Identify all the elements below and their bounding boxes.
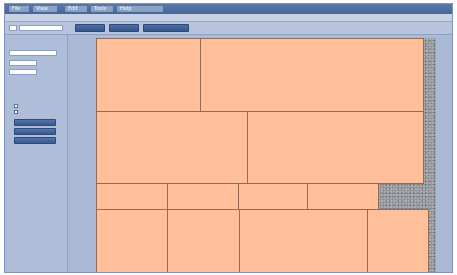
treemap-tile[interactable]: [167, 209, 240, 272]
sidebar-button-1[interactable]: [14, 119, 56, 126]
app-window: File View Edit Tools Help: [4, 3, 453, 273]
treemap-tile[interactable]: [367, 209, 429, 272]
main-panel: [68, 35, 452, 272]
sidebar-button-2[interactable]: [14, 128, 56, 135]
menu-view[interactable]: View: [33, 6, 57, 12]
toolbar-button-1[interactable]: [75, 24, 105, 32]
sidebar-checkbox-2[interactable]: [14, 110, 18, 114]
menu-tools[interactable]: Tools: [91, 6, 113, 12]
sidebar-input-3[interactable]: [9, 69, 37, 75]
treemap-tile[interactable]: [96, 111, 249, 184]
treemap-canvas[interactable]: [96, 38, 436, 272]
treemap-tile[interactable]: [167, 183, 239, 210]
menu-help[interactable]: Help: [117, 6, 163, 12]
sidebar-input[interactable]: [9, 50, 57, 56]
sidebar-input-2[interactable]: [9, 60, 37, 66]
subbar: [5, 14, 452, 22]
menu-file[interactable]: File: [9, 6, 29, 12]
treemap-tile[interactable]: [307, 183, 379, 210]
toolbar-small-field[interactable]: [9, 25, 17, 31]
search-input[interactable]: [19, 25, 63, 31]
toolbar: [5, 22, 452, 35]
sidebar: [5, 35, 68, 272]
treemap-tile[interactable]: [247, 111, 424, 184]
treemap-tile[interactable]: [96, 183, 168, 210]
treemap-tile[interactable]: [239, 209, 368, 272]
toolbar-button-2[interactable]: [109, 24, 139, 32]
sidebar-checkbox-1[interactable]: [14, 104, 18, 108]
menu-edit[interactable]: Edit: [65, 6, 87, 12]
treemap-tile[interactable]: [200, 38, 424, 112]
toolbar-button-3[interactable]: [143, 24, 189, 32]
treemap-tile[interactable]: [96, 209, 168, 272]
sidebar-button-3[interactable]: [14, 137, 56, 144]
treemap-tile[interactable]: [238, 183, 308, 210]
treemap-tile[interactable]: [96, 38, 202, 112]
